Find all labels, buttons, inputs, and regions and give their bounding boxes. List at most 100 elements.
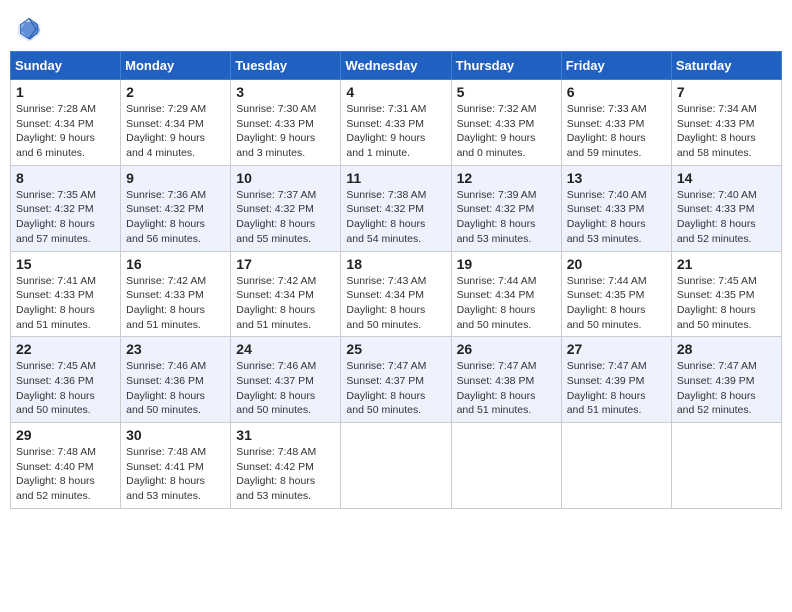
day-cell: 1Sunrise: 7:28 AM Sunset: 4:34 PM Daylig…: [11, 80, 121, 166]
day-info: Sunrise: 7:48 AM Sunset: 4:41 PM Dayligh…: [126, 445, 225, 504]
day-cell: 25 Sunrise: 7:47 AM Sunset: 4:37 PM Dayli…: [341, 337, 451, 423]
day-info: Sunrise: 7:37 AM Sunset: 4:32 PM Dayligh…: [236, 188, 335, 247]
day-cell: 4 Sunrise: 7:31 AM Sunset: 4:33 PM Daylig…: [341, 80, 451, 166]
day-cell: 22 Sunrise: 7:45 AM Sunset: 4:36 PM Dayli…: [11, 337, 121, 423]
day-info: Sunrise: 7:44 AM Sunset: 4:35 PM Dayligh…: [567, 274, 666, 333]
day-cell: 31 Sunrise: 7:48 AM Sunset: 4:42 PM Dayli…: [231, 423, 341, 509]
day-number: 17: [236, 256, 335, 272]
day-info: Sunrise: 7:46 AM Sunset: 4:36 PM Dayligh…: [126, 359, 225, 418]
weekday-monday: Monday: [121, 52, 231, 80]
day-cell: 19 Sunrise: 7:44 AM Sunset: 4:34 PM Dayli…: [451, 251, 561, 337]
day-cell: 18 Sunrise: 7:43 AM Sunset: 4:34 PM Dayli…: [341, 251, 451, 337]
day-number: 9: [126, 170, 225, 186]
day-cell: 8 Sunrise: 7:35 AM Sunset: 4:32 PM Daylig…: [11, 165, 121, 251]
day-info: Sunrise: 7:31 AM Sunset: 4:33 PM Dayligh…: [346, 102, 445, 161]
logo: [15, 15, 45, 43]
week-row-4: 22 Sunrise: 7:45 AM Sunset: 4:36 PM Dayli…: [11, 337, 782, 423]
day-info: Sunrise: 7:47 AM Sunset: 4:38 PM Dayligh…: [457, 359, 556, 418]
day-number: 22: [16, 341, 115, 357]
day-cell: 20 Sunrise: 7:44 AM Sunset: 4:35 PM Dayli…: [561, 251, 671, 337]
day-number: 29: [16, 427, 115, 443]
day-number: 25: [346, 341, 445, 357]
day-number: 19: [457, 256, 556, 272]
weekday-sunday: Sunday: [11, 52, 121, 80]
day-number: 14: [677, 170, 776, 186]
day-info: Sunrise: 7:45 AM Sunset: 4:36 PM Dayligh…: [16, 359, 115, 418]
day-info: Sunrise: 7:45 AM Sunset: 4:35 PM Dayligh…: [677, 274, 776, 333]
day-number: 4: [346, 84, 445, 100]
day-number: 2: [126, 84, 225, 100]
day-number: 18: [346, 256, 445, 272]
day-cell: 7Sunrise: 7:34 AM Sunset: 4:33 PM Daylig…: [671, 80, 781, 166]
weekday-friday: Friday: [561, 52, 671, 80]
day-number: 20: [567, 256, 666, 272]
day-cell: [451, 423, 561, 509]
day-cell: [561, 423, 671, 509]
day-cell: 27 Sunrise: 7:47 AM Sunset: 4:39 PM Dayli…: [561, 337, 671, 423]
day-cell: 5Sunrise: 7:32 AM Sunset: 4:33 PM Daylig…: [451, 80, 561, 166]
day-info: Sunrise: 7:47 AM Sunset: 4:39 PM Dayligh…: [677, 359, 776, 418]
weekday-header-row: SundayMondayTuesdayWednesdayThursdayFrid…: [11, 52, 782, 80]
day-cell: 23Sunrise: 7:46 AM Sunset: 4:36 PM Dayli…: [121, 337, 231, 423]
logo-icon: [15, 15, 43, 43]
day-number: 27: [567, 341, 666, 357]
day-info: Sunrise: 7:42 AM Sunset: 4:33 PM Dayligh…: [126, 274, 225, 333]
day-cell: 10 Sunrise: 7:37 AM Sunset: 4:32 PM Dayli…: [231, 165, 341, 251]
day-info: Sunrise: 7:48 AM Sunset: 4:40 PM Dayligh…: [16, 445, 115, 504]
day-cell: 24 Sunrise: 7:46 AM Sunset: 4:37 PM Dayli…: [231, 337, 341, 423]
day-number: 26: [457, 341, 556, 357]
week-row-5: 29 Sunrise: 7:48 AM Sunset: 4:40 PM Dayli…: [11, 423, 782, 509]
day-info: Sunrise: 7:46 AM Sunset: 4:37 PM Dayligh…: [236, 359, 335, 418]
day-info: Sunrise: 7:33 AM Sunset: 4:33 PM Dayligh…: [567, 102, 666, 161]
day-info: Sunrise: 7:35 AM Sunset: 4:32 PM Dayligh…: [16, 188, 115, 247]
day-info: Sunrise: 7:47 AM Sunset: 4:39 PM Dayligh…: [567, 359, 666, 418]
day-cell: [341, 423, 451, 509]
day-info: Sunrise: 7:30 AM Sunset: 4:33 PM Dayligh…: [236, 102, 335, 161]
day-number: 12: [457, 170, 556, 186]
day-number: 30: [126, 427, 225, 443]
weekday-thursday: Thursday: [451, 52, 561, 80]
week-row-1: 1Sunrise: 7:28 AM Sunset: 4:34 PM Daylig…: [11, 80, 782, 166]
day-info: Sunrise: 7:42 AM Sunset: 4:34 PM Dayligh…: [236, 274, 335, 333]
day-number: 8: [16, 170, 115, 186]
day-cell: 21 Sunrise: 7:45 AM Sunset: 4:35 PM Dayli…: [671, 251, 781, 337]
day-number: 15: [16, 256, 115, 272]
day-number: 6: [567, 84, 666, 100]
day-info: Sunrise: 7:41 AM Sunset: 4:33 PM Dayligh…: [16, 274, 115, 333]
day-cell: 11Sunrise: 7:38 AM Sunset: 4:32 PM Dayli…: [341, 165, 451, 251]
day-info: Sunrise: 7:48 AM Sunset: 4:42 PM Dayligh…: [236, 445, 335, 504]
day-info: Sunrise: 7:28 AM Sunset: 4:34 PM Dayligh…: [16, 102, 115, 161]
day-number: 16: [126, 256, 225, 272]
weekday-wednesday: Wednesday: [341, 52, 451, 80]
day-cell: 16 Sunrise: 7:42 AM Sunset: 4:33 PM Dayli…: [121, 251, 231, 337]
day-number: 24: [236, 341, 335, 357]
day-cell: 3 Sunrise: 7:30 AM Sunset: 4:33 PM Daylig…: [231, 80, 341, 166]
day-cell: 9 Sunrise: 7:36 AM Sunset: 4:32 PM Daylig…: [121, 165, 231, 251]
day-number: 10: [236, 170, 335, 186]
day-cell: 6 Sunrise: 7:33 AM Sunset: 4:33 PM Daylig…: [561, 80, 671, 166]
day-number: 13: [567, 170, 666, 186]
day-cell: 30 Sunrise: 7:48 AM Sunset: 4:41 PM Dayli…: [121, 423, 231, 509]
day-cell: 26 Sunrise: 7:47 AM Sunset: 4:38 PM Dayli…: [451, 337, 561, 423]
day-cell: 13Sunrise: 7:40 AM Sunset: 4:33 PM Dayli…: [561, 165, 671, 251]
day-info: Sunrise: 7:47 AM Sunset: 4:37 PM Dayligh…: [346, 359, 445, 418]
day-info: Sunrise: 7:36 AM Sunset: 4:32 PM Dayligh…: [126, 188, 225, 247]
day-number: 11: [346, 170, 445, 186]
day-number: 21: [677, 256, 776, 272]
day-number: 31: [236, 427, 335, 443]
calendar-table: SundayMondayTuesdayWednesdayThursdayFrid…: [10, 51, 782, 509]
day-cell: 29 Sunrise: 7:48 AM Sunset: 4:40 PM Dayli…: [11, 423, 121, 509]
day-info: Sunrise: 7:32 AM Sunset: 4:33 PM Dayligh…: [457, 102, 556, 161]
day-cell: 12 Sunrise: 7:39 AM Sunset: 4:32 PM Dayli…: [451, 165, 561, 251]
day-cell: 28 Sunrise: 7:47 AM Sunset: 4:39 PM Dayli…: [671, 337, 781, 423]
day-info: Sunrise: 7:44 AM Sunset: 4:34 PM Dayligh…: [457, 274, 556, 333]
day-number: 28: [677, 341, 776, 357]
week-row-3: 15 Sunrise: 7:41 AM Sunset: 4:33 PM Dayli…: [11, 251, 782, 337]
day-cell: [671, 423, 781, 509]
day-cell: 2Sunrise: 7:29 AM Sunset: 4:34 PM Daylig…: [121, 80, 231, 166]
day-number: 3: [236, 84, 335, 100]
day-cell: 17 Sunrise: 7:42 AM Sunset: 4:34 PM Dayli…: [231, 251, 341, 337]
day-info: Sunrise: 7:34 AM Sunset: 4:33 PM Dayligh…: [677, 102, 776, 161]
day-info: Sunrise: 7:39 AM Sunset: 4:32 PM Dayligh…: [457, 188, 556, 247]
day-info: Sunrise: 7:43 AM Sunset: 4:34 PM Dayligh…: [346, 274, 445, 333]
